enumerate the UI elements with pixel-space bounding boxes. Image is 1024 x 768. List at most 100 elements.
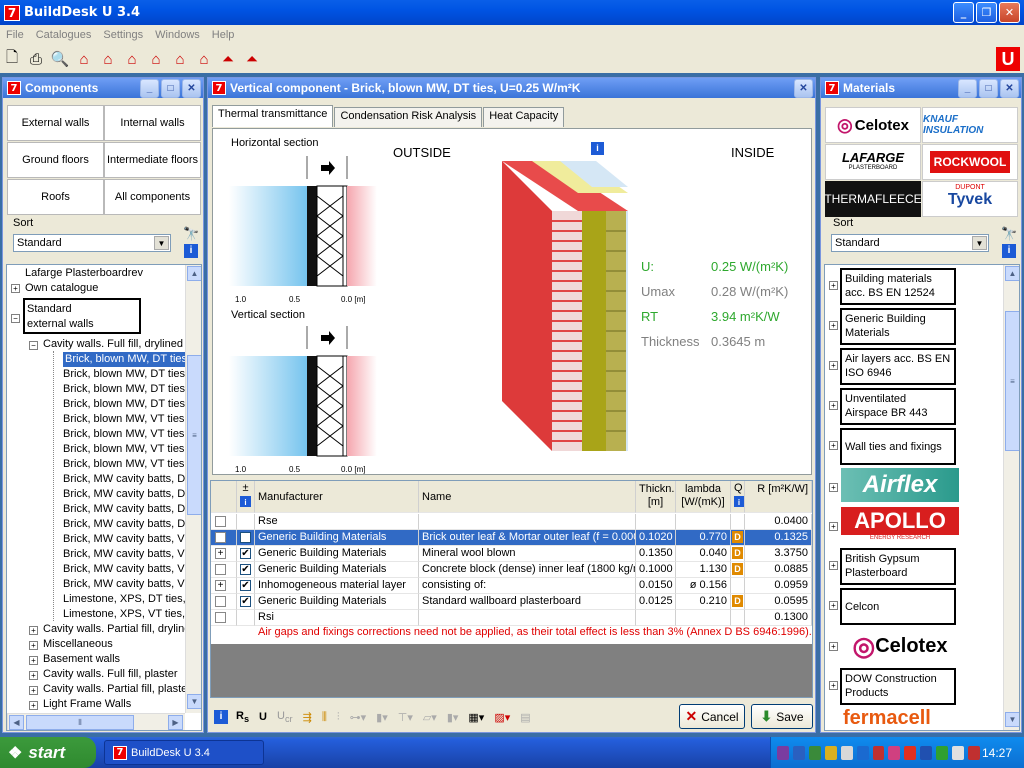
table-row[interactable]: + ✔ Inhomogeneous material layer consisting… bbox=[211, 578, 812, 594]
maximize-button[interactable]: □ bbox=[979, 78, 998, 98]
clock[interactable]: 14:27 bbox=[982, 746, 1012, 760]
tree-item[interactable]: Brick, MW cavity batts, D bbox=[63, 472, 185, 487]
tree-item-selected[interactable]: Brick, blown MW, DT ties bbox=[63, 352, 190, 367]
scroll-thumb[interactable]: ≡ bbox=[187, 355, 201, 515]
house-icon[interactable]: ⌂ bbox=[96, 48, 120, 70]
brand-rockwool[interactable]: ROCKWOOL bbox=[922, 144, 1018, 180]
tab-thermal-transmittance[interactable]: Thermal transmittance bbox=[212, 105, 334, 127]
tray-icon[interactable] bbox=[888, 745, 901, 760]
house-roof-icon[interactable]: ⏶ bbox=[216, 48, 240, 70]
material-group-celcon[interactable]: Celcon bbox=[840, 588, 956, 625]
minimize-button[interactable]: _ bbox=[140, 78, 159, 98]
tree-item[interactable]: Brick, MW cavity batts, D bbox=[63, 502, 185, 517]
brand-tyvek[interactable]: DUPONT Tyvek bbox=[922, 181, 1018, 217]
close-button[interactable]: ✕ bbox=[794, 78, 813, 98]
tab-heat-capacity[interactable]: Heat Capacity bbox=[483, 107, 565, 127]
material-group-generic[interactable]: Generic Building Materials bbox=[840, 308, 956, 345]
tree-item-light-frame[interactable]: Light Frame Walls bbox=[43, 697, 131, 712]
expand-icon[interactable]: + bbox=[29, 671, 38, 680]
menu-catalogues[interactable]: Catalogues bbox=[36, 29, 92, 41]
table-row[interactable]: ✔ Generic Building Materials Concrete bloc… bbox=[211, 562, 812, 578]
tray-icon[interactable] bbox=[968, 745, 980, 760]
expand-icon[interactable]: + bbox=[11, 284, 20, 293]
expand-icon[interactable]: + bbox=[829, 361, 838, 370]
brand-celotex[interactable]: ◎ Celotex bbox=[825, 107, 921, 143]
brand-thermafleece[interactable]: THERMAFLEECE bbox=[824, 181, 922, 217]
collapse-icon[interactable]: − bbox=[11, 314, 20, 323]
tray-icon[interactable] bbox=[936, 745, 949, 760]
expand-icon[interactable]: + bbox=[829, 401, 838, 410]
materials-vscrollbar[interactable]: ▲ ≡ ▼ bbox=[1003, 265, 1019, 730]
minimize-button[interactable]: _ bbox=[953, 2, 974, 23]
internal-walls-button[interactable]: Internal walls bbox=[104, 105, 201, 141]
header-r[interactable]: R [m²K/W] bbox=[745, 481, 812, 513]
row-checkbox[interactable] bbox=[215, 564, 226, 575]
tab-condensation-risk[interactable]: Condensation Risk Analysis bbox=[334, 107, 483, 127]
house-icon[interactable]: ⌂ bbox=[72, 48, 96, 70]
tree-item-lafarge[interactable]: Lafarge Plasterboardrev bbox=[25, 266, 143, 281]
row-checkbox[interactable] bbox=[215, 532, 226, 543]
brand-lafarge[interactable]: LAFARGE PLASTERBOARD bbox=[825, 144, 921, 180]
tree-item[interactable]: Brick, MW cavity batts, V bbox=[63, 577, 185, 592]
close-button[interactable]: ✕ bbox=[182, 78, 201, 98]
shield-icon[interactable] bbox=[824, 745, 837, 760]
tree-item[interactable]: Brick, blown MW, DT ties bbox=[63, 367, 185, 382]
tree-item[interactable]: Brick, blown MW, VT ties bbox=[63, 412, 184, 427]
roofs-button[interactable]: Roofs bbox=[7, 179, 104, 215]
include-checkbox[interactable]: ✔ bbox=[240, 596, 251, 607]
table-row[interactable]: ✔ Generic Building Materials Standard wall… bbox=[211, 594, 812, 610]
material-group-dow[interactable]: DOW Construction Products bbox=[840, 668, 956, 705]
table-row[interactable]: ✔ Generic Building Materials Brick outer l… bbox=[211, 530, 812, 546]
binoculars-icon[interactable]: 🔭 bbox=[183, 226, 199, 242]
table-row[interactable]: Rsi 0.1300 bbox=[211, 610, 812, 626]
new-file-icon[interactable]: 🗋 bbox=[0, 48, 24, 70]
table-row[interactable]: Rse 0.0400 bbox=[211, 514, 812, 530]
rs-icon[interactable]: Rs bbox=[236, 710, 249, 724]
insert-layer-icon[interactable]: ⇶ bbox=[303, 711, 312, 724]
include-checkbox[interactable]: ✔ bbox=[240, 564, 251, 575]
header-lambda[interactable]: lambda [W/(mK)] bbox=[676, 481, 731, 513]
intermediate-floors-button[interactable]: Intermediate floors bbox=[104, 142, 201, 178]
tray-icon[interactable] bbox=[792, 745, 805, 760]
tray-icon[interactable] bbox=[777, 745, 789, 760]
material-brand-celotex[interactable]: ◎ Celotex bbox=[841, 627, 959, 665]
tree-item[interactable]: Limestone, XPS, DT ties, bbox=[63, 592, 186, 607]
tree-item-cavity-full-plaster[interactable]: Cavity walls. Full fill, plaster bbox=[43, 667, 177, 682]
scroll-up-icon[interactable]: ▲ bbox=[1005, 266, 1019, 281]
tree-item-miscellaneous[interactable]: Miscellaneous bbox=[43, 637, 113, 652]
expand-icon[interactable]: + bbox=[829, 642, 838, 651]
expand-icon[interactable]: + bbox=[29, 701, 38, 710]
tree-item-cavity-partial-drylined[interactable]: Cavity walls. Partial fill, drylined bbox=[43, 622, 196, 637]
binoculars-icon[interactable]: 🔭 bbox=[1001, 226, 1017, 242]
expand-icon[interactable]: + bbox=[29, 656, 38, 665]
tray-icon[interactable] bbox=[920, 745, 933, 760]
scroll-up-icon[interactable]: ▲ bbox=[187, 266, 201, 281]
house-icon[interactable]: ⌂ bbox=[120, 48, 144, 70]
volume-icon[interactable] bbox=[952, 745, 965, 760]
info-icon[interactable]: i bbox=[184, 244, 198, 258]
tree-item[interactable]: Brick, MW cavity batts, V bbox=[63, 547, 185, 562]
table-row[interactable]: + ✔ Generic Building Materials Mineral wool… bbox=[211, 546, 812, 562]
house-red-icon[interactable]: ⌂ bbox=[192, 48, 216, 70]
tree-vscrollbar[interactable]: ▲ ≡ ▼ bbox=[185, 265, 201, 713]
expand-icon[interactable]: + bbox=[829, 441, 838, 450]
tree-item-standard[interactable]: Standard external walls bbox=[23, 298, 141, 334]
include-checkbox[interactable]: ✔ bbox=[240, 580, 251, 591]
tray-icon[interactable] bbox=[872, 745, 885, 760]
expand-icon[interactable]: + bbox=[29, 626, 38, 635]
maximize-button[interactable]: □ bbox=[161, 78, 180, 98]
grid-icon[interactable]: ▦▾ bbox=[468, 711, 484, 724]
info-icon[interactable]: i bbox=[591, 142, 604, 155]
collapse-icon[interactable]: − bbox=[29, 341, 38, 350]
menu-settings[interactable]: Settings bbox=[103, 29, 143, 41]
tray-icon[interactable] bbox=[808, 745, 821, 760]
tree-item[interactable]: Limestone, XPS, VT ties, bbox=[63, 607, 185, 622]
fire-icon[interactable]: ▨▾ bbox=[494, 711, 510, 724]
row-checkbox[interactable] bbox=[215, 596, 226, 607]
tree-item[interactable]: Brick, MW cavity batts, D bbox=[63, 487, 185, 502]
tray-icon[interactable] bbox=[904, 745, 917, 760]
house-icon[interactable]: ⌂ bbox=[144, 48, 168, 70]
u-icon[interactable]: U bbox=[259, 711, 267, 723]
cancel-button[interactable]: ✕ Cancel bbox=[679, 704, 745, 729]
all-components-button[interactable]: All components bbox=[104, 179, 201, 215]
